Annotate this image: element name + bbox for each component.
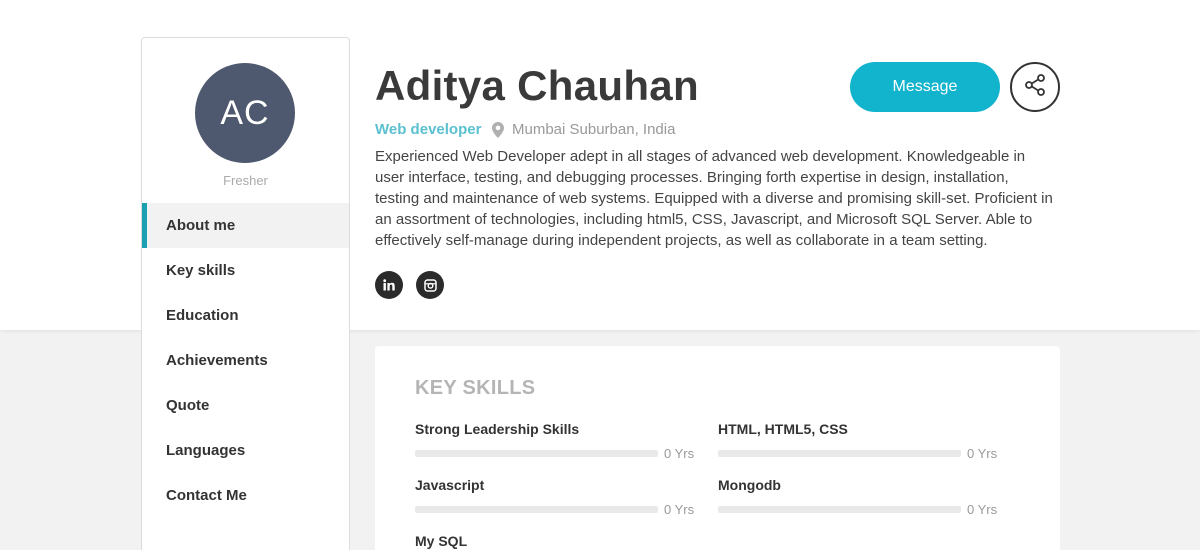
skill-item: HTML, HTML5, CSS 0 Yrs	[718, 421, 998, 461]
sidebar-item-contact-me[interactable]: Contact Me	[142, 473, 349, 518]
skill-item: My SQL	[415, 533, 695, 549]
skill-progress-bar	[718, 506, 961, 513]
message-button[interactable]: Message	[850, 62, 1000, 112]
skill-years: 0 Yrs	[967, 502, 998, 517]
sidebar-item-education[interactable]: Education	[142, 293, 349, 338]
profile-sidebar: AC Fresher About me Key skills Education…	[141, 37, 350, 550]
location-text: Mumbai Suburban, India	[512, 121, 676, 138]
instagram-icon[interactable]	[416, 271, 444, 299]
skill-item: Mongodb 0 Yrs	[718, 477, 998, 517]
share-icon	[1023, 73, 1047, 102]
skill-name: HTML, HTML5, CSS	[718, 421, 848, 437]
profile-location: Mumbai Suburban, India	[492, 121, 675, 138]
skill-years: 0 Yrs	[664, 502, 695, 517]
skill-item: Strong Leadership Skills 0 Yrs	[415, 421, 695, 461]
skill-name: Javascript	[415, 477, 485, 493]
skill-name: Strong Leadership Skills	[415, 421, 580, 437]
sidebar-item-quote[interactable]: Quote	[142, 383, 349, 428]
key-skills-title: KEY SKILLS	[415, 377, 536, 399]
social-links	[375, 271, 444, 299]
key-skills-card: KEY SKILLS Strong Leadership Skills 0 Yr…	[375, 346, 1060, 550]
skill-name: Mongodb	[718, 477, 781, 493]
skill-years: 0 Yrs	[967, 446, 998, 461]
sidebar-nav: About me Key skills Education Achievemen…	[142, 203, 349, 518]
skill-progress-bar	[415, 450, 658, 457]
location-pin-icon	[492, 121, 504, 138]
skill-name: My SQL	[415, 533, 468, 549]
share-button[interactable]	[1010, 62, 1060, 112]
experience-status: Fresher	[223, 173, 268, 188]
profile-role: Web developer	[375, 121, 482, 138]
skill-years: 0 Yrs	[664, 446, 695, 461]
profile-bio: Experienced Web Developer adept in all s…	[375, 148, 1053, 249]
sidebar-item-languages[interactable]: Languages	[142, 428, 349, 473]
skill-progress-bar	[718, 450, 961, 457]
sidebar-item-about-me[interactable]: About me	[142, 203, 349, 248]
linkedin-icon[interactable]	[375, 271, 403, 299]
avatar: AC	[195, 63, 295, 163]
skill-item: Javascript 0 Yrs	[415, 477, 695, 517]
sidebar-item-achievements[interactable]: Achievements	[142, 338, 349, 383]
profile-name: Aditya Chauhan	[375, 62, 699, 109]
sidebar-item-key-skills[interactable]: Key skills	[142, 248, 349, 293]
skill-progress-bar	[415, 506, 658, 513]
